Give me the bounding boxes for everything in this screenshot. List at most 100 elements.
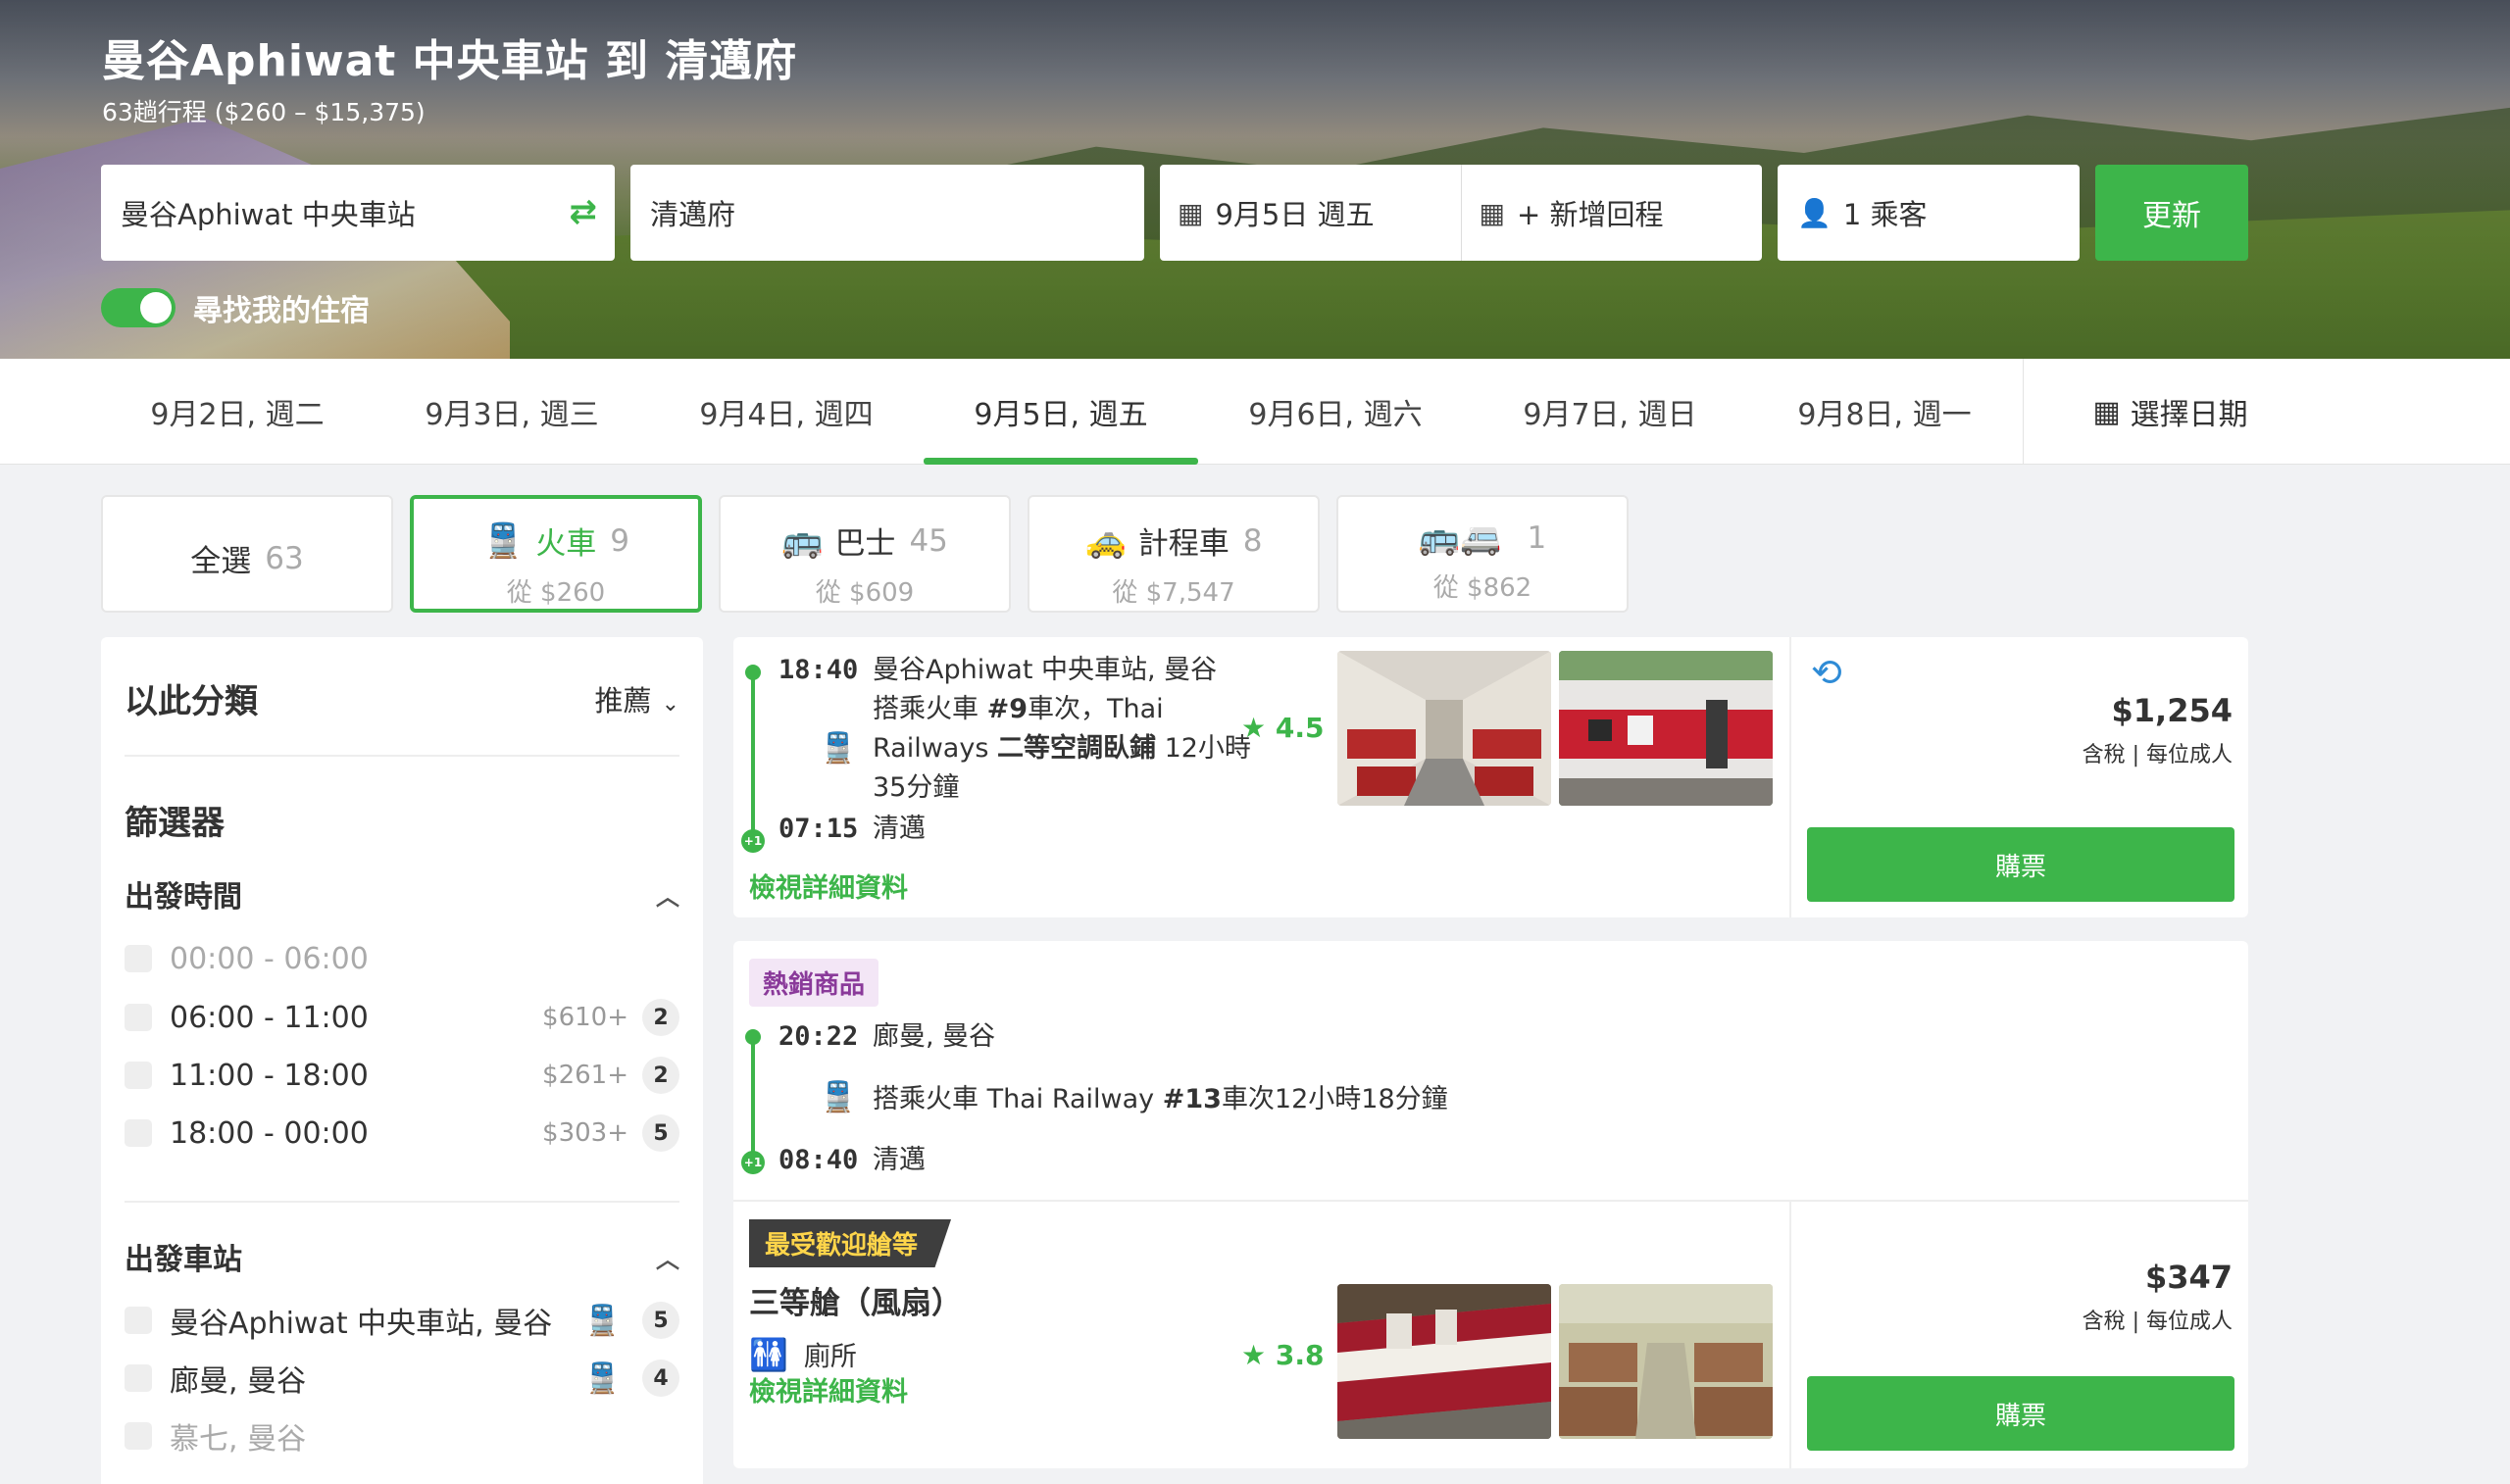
bus-van-icon: 🚌🚐 bbox=[1418, 519, 1502, 558]
choose-date-label: 選擇日期 bbox=[2130, 398, 2248, 432]
time-option[interactable]: 18:00 - 00:00 $303+ 5 bbox=[125, 1112, 679, 1155]
date-tab[interactable]: 9月8日, 週一 bbox=[1747, 359, 2022, 465]
station-option-label: 慕七, 曼谷 bbox=[170, 1422, 307, 1457]
depart-date-field[interactable]: ▦ 9月5日 週五 bbox=[1160, 165, 1461, 261]
star-icon: ★ bbox=[1241, 1339, 1267, 1371]
train-icon: 🚆 bbox=[583, 1360, 621, 1396]
count-badge: 4 bbox=[642, 1360, 679, 1397]
passengers-field[interactable]: 👤 1 乘客 bbox=[1778, 165, 2080, 261]
accommodation-toggle-label: 尋找我的住宿 bbox=[193, 294, 370, 328]
depart-station: 曼谷Aphiwat 中央車站, 曼谷 bbox=[873, 655, 1218, 685]
checkbox[interactable] bbox=[125, 1307, 152, 1334]
mode-tab-train[interactable]: 🚆 火車 9 從 $260 bbox=[410, 495, 702, 613]
train-icon: 🚆 bbox=[820, 1080, 857, 1114]
checkbox[interactable] bbox=[125, 1062, 152, 1089]
buy-button[interactable]: 購票 bbox=[1807, 1376, 2234, 1451]
train-interior-photo[interactable] bbox=[1337, 651, 1551, 806]
amenity: 🚻 廁所 bbox=[749, 1335, 857, 1373]
date-tab[interactable]: 9月6日, 週六 bbox=[1198, 359, 1473, 465]
chevron-down-icon: ⌄ bbox=[661, 691, 679, 717]
price-box: $347 含稅 | 每位成人 購票 bbox=[1789, 1202, 2248, 1468]
arrive-time: 08:40 bbox=[778, 1145, 859, 1175]
bus-icon: 🚌 bbox=[781, 520, 824, 561]
class-name: 三等艙（風扇） bbox=[749, 1286, 962, 1321]
mode-tab-bus[interactable]: 🚌 巴士 45 從 $609 bbox=[719, 495, 1011, 613]
count-badge: 2 bbox=[642, 999, 679, 1036]
station-option[interactable]: 曼谷Aphiwat 中央車站, 曼谷 🚆 5 bbox=[125, 1299, 679, 1342]
mode-from-price: 從 $260 bbox=[506, 578, 606, 608]
filter-sidebar: 以此分類 推薦 ⌄ 篩選器 出發時間 ︿ 00:00 - 06:00 06:00 … bbox=[101, 637, 703, 1484]
to-field[interactable]: 清邁府 bbox=[630, 165, 1144, 261]
time-option[interactable]: 00:00 - 06:00 bbox=[125, 937, 679, 980]
mode-count: 1 bbox=[1527, 520, 1547, 556]
date-tab[interactable]: 9月2日, 週二 bbox=[100, 359, 375, 465]
checkbox[interactable] bbox=[125, 1364, 152, 1392]
buy-button[interactable]: 購票 bbox=[1807, 827, 2234, 902]
train-icon: 🚆 bbox=[481, 520, 525, 561]
date-tab[interactable]: 9月3日, 週三 bbox=[375, 359, 649, 465]
mode-count: 63 bbox=[265, 540, 304, 576]
station-option-label: 曼谷Aphiwat 中央車站, 曼谷 bbox=[170, 1307, 553, 1341]
mode-from-price: 從 $862 bbox=[1432, 573, 1532, 603]
view-details-link[interactable]: 檢視詳細資料 bbox=[749, 866, 908, 905]
price-note: 含稅 | 每位成人 bbox=[2082, 1310, 2233, 1334]
route-timeline bbox=[751, 1037, 755, 1164]
train-icon: 🚆 bbox=[820, 731, 857, 766]
depart-dot bbox=[745, 665, 761, 680]
calendar-icon: ▦ bbox=[2092, 394, 2121, 429]
price: $347 bbox=[2144, 1259, 2233, 1296]
date-tab[interactable]: 9月4日, 週四 bbox=[649, 359, 924, 465]
departure-time-title: 出發時間 bbox=[125, 880, 242, 915]
checkbox[interactable] bbox=[125, 1422, 152, 1450]
divider bbox=[125, 1201, 679, 1203]
time-option[interactable]: 11:00 - 18:00 $261+ 2 bbox=[125, 1054, 679, 1097]
price-note: 含稅 | 每位成人 bbox=[2082, 743, 2233, 767]
view-details-link[interactable]: 檢視詳細資料 bbox=[749, 1370, 908, 1409]
train-exterior-photo[interactable] bbox=[1337, 1284, 1551, 1439]
train-info-line3: 35分鐘 bbox=[873, 772, 960, 803]
to-value: 清邁府 bbox=[650, 198, 736, 231]
time-option-label: 18:00 - 00:00 bbox=[170, 1115, 369, 1151]
checkbox[interactable] bbox=[125, 1119, 152, 1147]
date-tab-active[interactable]: 9月5日, 週五 bbox=[924, 359, 1198, 465]
train-interior-photo[interactable] bbox=[1559, 1284, 1773, 1439]
train-exterior-photo[interactable] bbox=[1559, 651, 1773, 806]
sort-dropdown[interactable]: 推薦 ⌄ bbox=[595, 678, 679, 719]
time-option-price: $261+ bbox=[542, 1061, 628, 1090]
mode-count: 8 bbox=[1242, 522, 1263, 559]
swap-icon[interactable]: ⇄ bbox=[570, 192, 598, 231]
time-option[interactable]: 06:00 - 11:00 $610+ 2 bbox=[125, 996, 679, 1039]
departure-station-title: 出發車站 bbox=[125, 1243, 242, 1277]
checkbox[interactable] bbox=[125, 945, 152, 972]
train-info: 搭乘火車 Thai Railway #13車次12小時18分鐘 bbox=[873, 1084, 1448, 1114]
mode-label: 巴士 bbox=[834, 526, 896, 562]
checkbox[interactable] bbox=[125, 1004, 152, 1031]
most-popular-tag: 最受歡迎艙等 bbox=[749, 1219, 952, 1267]
from-value: 曼谷Aphiwat 中央車站 bbox=[121, 198, 416, 231]
update-button[interactable]: 更新 bbox=[2095, 165, 2248, 261]
from-field[interactable]: 曼谷Aphiwat 中央車站 ⇄ bbox=[101, 165, 615, 261]
next-day-icon: +1 bbox=[741, 1151, 765, 1174]
accommodation-toggle[interactable] bbox=[101, 288, 176, 327]
return-date-field[interactable]: ▦ + 新增回程 bbox=[1460, 165, 1763, 261]
mode-tab-taxi[interactable]: 🚕 計程車 8 從 $7,547 bbox=[1028, 495, 1320, 613]
sort-row: 以此分類 推薦 ⌄ bbox=[125, 674, 679, 722]
rating: ★ 4.5 bbox=[1241, 712, 1325, 744]
train-info-line1: 搭乘火車 #9車次，Thai bbox=[873, 694, 1164, 724]
dates-field: ▦ 9月5日 週五 ▦ + 新增回程 bbox=[1160, 165, 1762, 261]
mode-tab-all[interactable]: 全選 63 bbox=[101, 495, 393, 613]
departure-time-header[interactable]: 出發時間 ︿ bbox=[125, 872, 679, 915]
price-history-icon[interactable]: ⟲ bbox=[1811, 651, 1842, 694]
station-option[interactable]: 廊曼, 曼谷 🚆 4 bbox=[125, 1357, 679, 1400]
chevron-up-icon: ︿ bbox=[656, 1245, 679, 1273]
price-box: ⟲ $1,254 含稅 | 每位成人 購票 bbox=[1789, 637, 2248, 917]
departure-station-header[interactable]: 出發車站 ︿ bbox=[125, 1235, 679, 1278]
date-tab[interactable]: 9月7日, 週日 bbox=[1473, 359, 1747, 465]
station-option[interactable]: 慕七, 曼谷 bbox=[125, 1414, 679, 1458]
depart-dot bbox=[745, 1029, 761, 1045]
mode-tab-bus-van[interactable]: 🚌🚐 1 從 $862 bbox=[1336, 495, 1629, 613]
depart-time: 18:40 bbox=[778, 655, 859, 685]
sort-label: 以此分類 bbox=[125, 682, 258, 721]
depart-time: 20:22 bbox=[778, 1021, 859, 1052]
choose-date-button[interactable]: ▦ 選擇日期 bbox=[2023, 359, 2317, 465]
